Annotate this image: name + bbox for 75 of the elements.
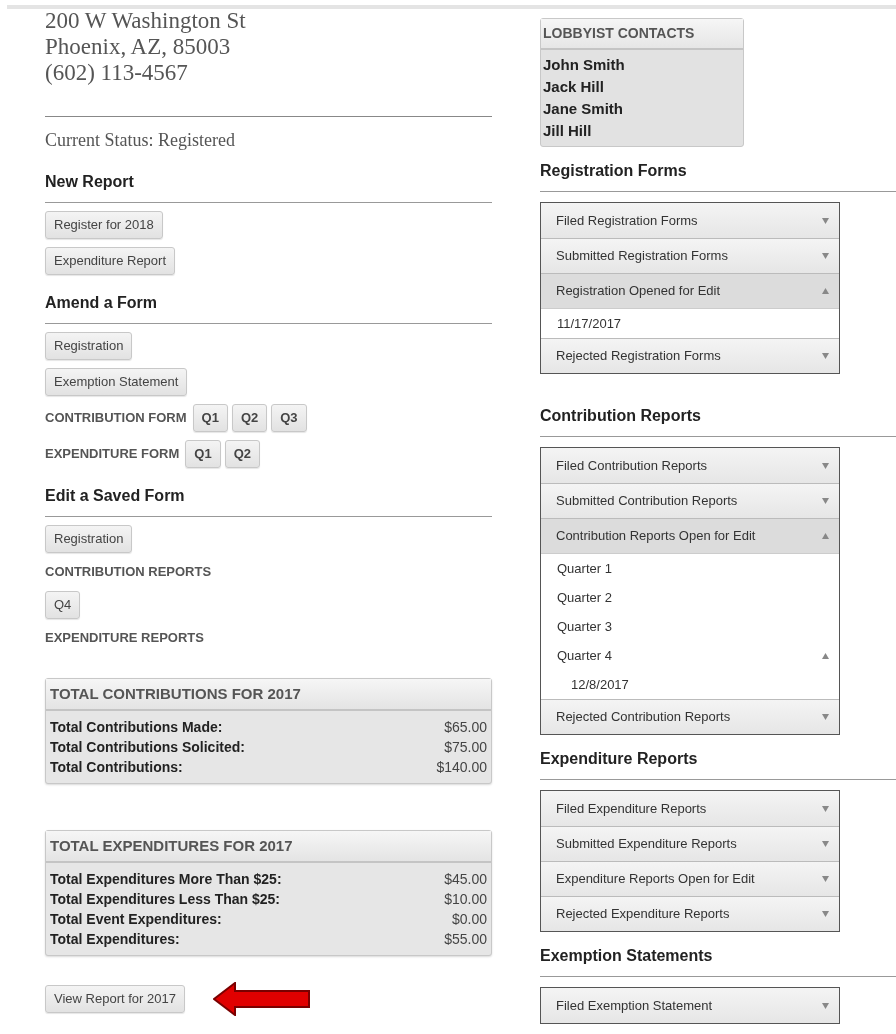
button[interactable]: Q1 xyxy=(185,440,221,468)
address-line: Phoenix, AZ, 85003 xyxy=(45,34,232,60)
total-value: $0.00 xyxy=(451,910,487,929)
accordion-header[interactable]: Rejected Registration Forms xyxy=(541,338,839,373)
total-label: Total Expenditures More Than $25: xyxy=(50,870,282,889)
address-line: (602) 113-4567 xyxy=(45,60,189,86)
contact-name: John Smith xyxy=(543,55,626,75)
accordion-header[interactable]: Submitted Contribution Reports xyxy=(541,483,839,518)
accordion-header[interactable]: Filed Expenditure Reports xyxy=(541,791,839,826)
accordion-header[interactable]: Filed Registration Forms xyxy=(541,203,839,238)
form-label: CONTRIBUTION FORM xyxy=(45,409,187,428)
button[interactable]: Q2 xyxy=(231,404,268,432)
total-label: Total Event Expenditures: xyxy=(50,910,222,929)
panel-title: TOTAL EXPENDITURES FOR 2017 xyxy=(50,835,293,856)
contact-name: Jack Hill xyxy=(543,77,605,97)
accordion-header[interactable]: Filed Exemption Statement xyxy=(541,988,839,1023)
caret-down-icon xyxy=(822,253,829,259)
total-value: $75.00 xyxy=(444,738,487,757)
button[interactable]: Q1 xyxy=(192,404,228,432)
caret-down-icon xyxy=(822,1002,829,1009)
button[interactable]: View Report for 2017 xyxy=(45,985,185,1013)
section-heading: New Report xyxy=(45,172,135,192)
total-label: Total Contributions Solicited: xyxy=(50,738,245,757)
accordion-header[interactable]: Submitted Registration Forms xyxy=(541,238,839,273)
section-heading: Registration Forms xyxy=(540,161,688,181)
total-label: Total Expenditures Less Than $25: xyxy=(50,890,281,909)
total-value: $45.00 xyxy=(444,870,487,889)
left-arrow-icon xyxy=(212,982,311,1016)
section-heading: Amend a Form xyxy=(45,293,158,313)
caret-down-icon xyxy=(822,911,829,917)
section-heading: Exemption Statements xyxy=(540,946,714,966)
caret-down-icon xyxy=(822,217,829,224)
accordion-header[interactable]: Rejected Expenditure Reports xyxy=(541,896,839,931)
accordion-header[interactable]: Submitted Expenditure Reports xyxy=(541,826,839,861)
caret-down-icon xyxy=(822,353,829,359)
section-heading: Contribution Reports xyxy=(540,406,702,426)
total-value: $55.00 xyxy=(444,930,487,949)
button[interactable]: Registration xyxy=(45,332,133,360)
caret-down-icon xyxy=(822,498,829,504)
section-heading: Expenditure Reports xyxy=(540,749,699,769)
total-label: Total Expenditures: xyxy=(50,930,180,949)
caret-down-icon xyxy=(822,805,829,812)
section-label: CONTRIBUTION REPORTS xyxy=(45,563,213,581)
accordion-header[interactable]: Expenditure Reports Open for Edit xyxy=(541,861,839,896)
panel-title: TOTAL CONTRIBUTIONS FOR 2017 xyxy=(50,683,301,704)
caret-up-icon xyxy=(822,288,829,294)
form-label: EXPENDITURE FORM xyxy=(45,445,180,464)
accordion-header[interactable]: Contribution Reports Open for Edit xyxy=(541,518,839,553)
total-value: $65.00 xyxy=(444,718,487,737)
button[interactable]: Q4 xyxy=(45,590,81,619)
caret-up-icon xyxy=(822,533,829,539)
button[interactable]: Register for 2018 xyxy=(45,211,163,239)
total-value: $140.00 xyxy=(436,758,487,777)
button[interactable]: Q3 xyxy=(271,404,307,432)
caret-down-icon xyxy=(822,876,829,882)
panel-title: LOBBYIST CONTACTS xyxy=(543,24,695,43)
button[interactable]: Q2 xyxy=(224,440,261,468)
accordion-header[interactable]: Registration Opened for Edit xyxy=(541,273,839,308)
accordion-header[interactable]: Rejected Contribution Reports xyxy=(541,699,839,734)
caret-down-icon xyxy=(822,841,829,847)
total-label: Total Contributions: xyxy=(50,758,183,777)
button[interactable]: Registration xyxy=(45,525,133,553)
address-line: 200 W Washington St xyxy=(45,8,247,34)
contact-name: Jane Smith xyxy=(543,99,625,119)
current-status: Current Status: Registered xyxy=(45,129,236,152)
accordion-header[interactable]: Filed Contribution Reports xyxy=(541,448,839,483)
button[interactable]: Exemption Statement xyxy=(45,368,188,396)
contact-name: Jill Hill xyxy=(543,121,593,141)
button[interactable]: Expenditure Report xyxy=(45,247,175,275)
total-label: Total Contributions Made: xyxy=(50,718,223,737)
section-heading: Edit a Saved Form xyxy=(45,486,186,506)
caret-down-icon xyxy=(822,462,829,469)
caret-down-icon xyxy=(822,714,829,720)
total-value: $10.00 xyxy=(444,890,487,909)
section-label: EXPENDITURE REPORTS xyxy=(45,628,205,647)
